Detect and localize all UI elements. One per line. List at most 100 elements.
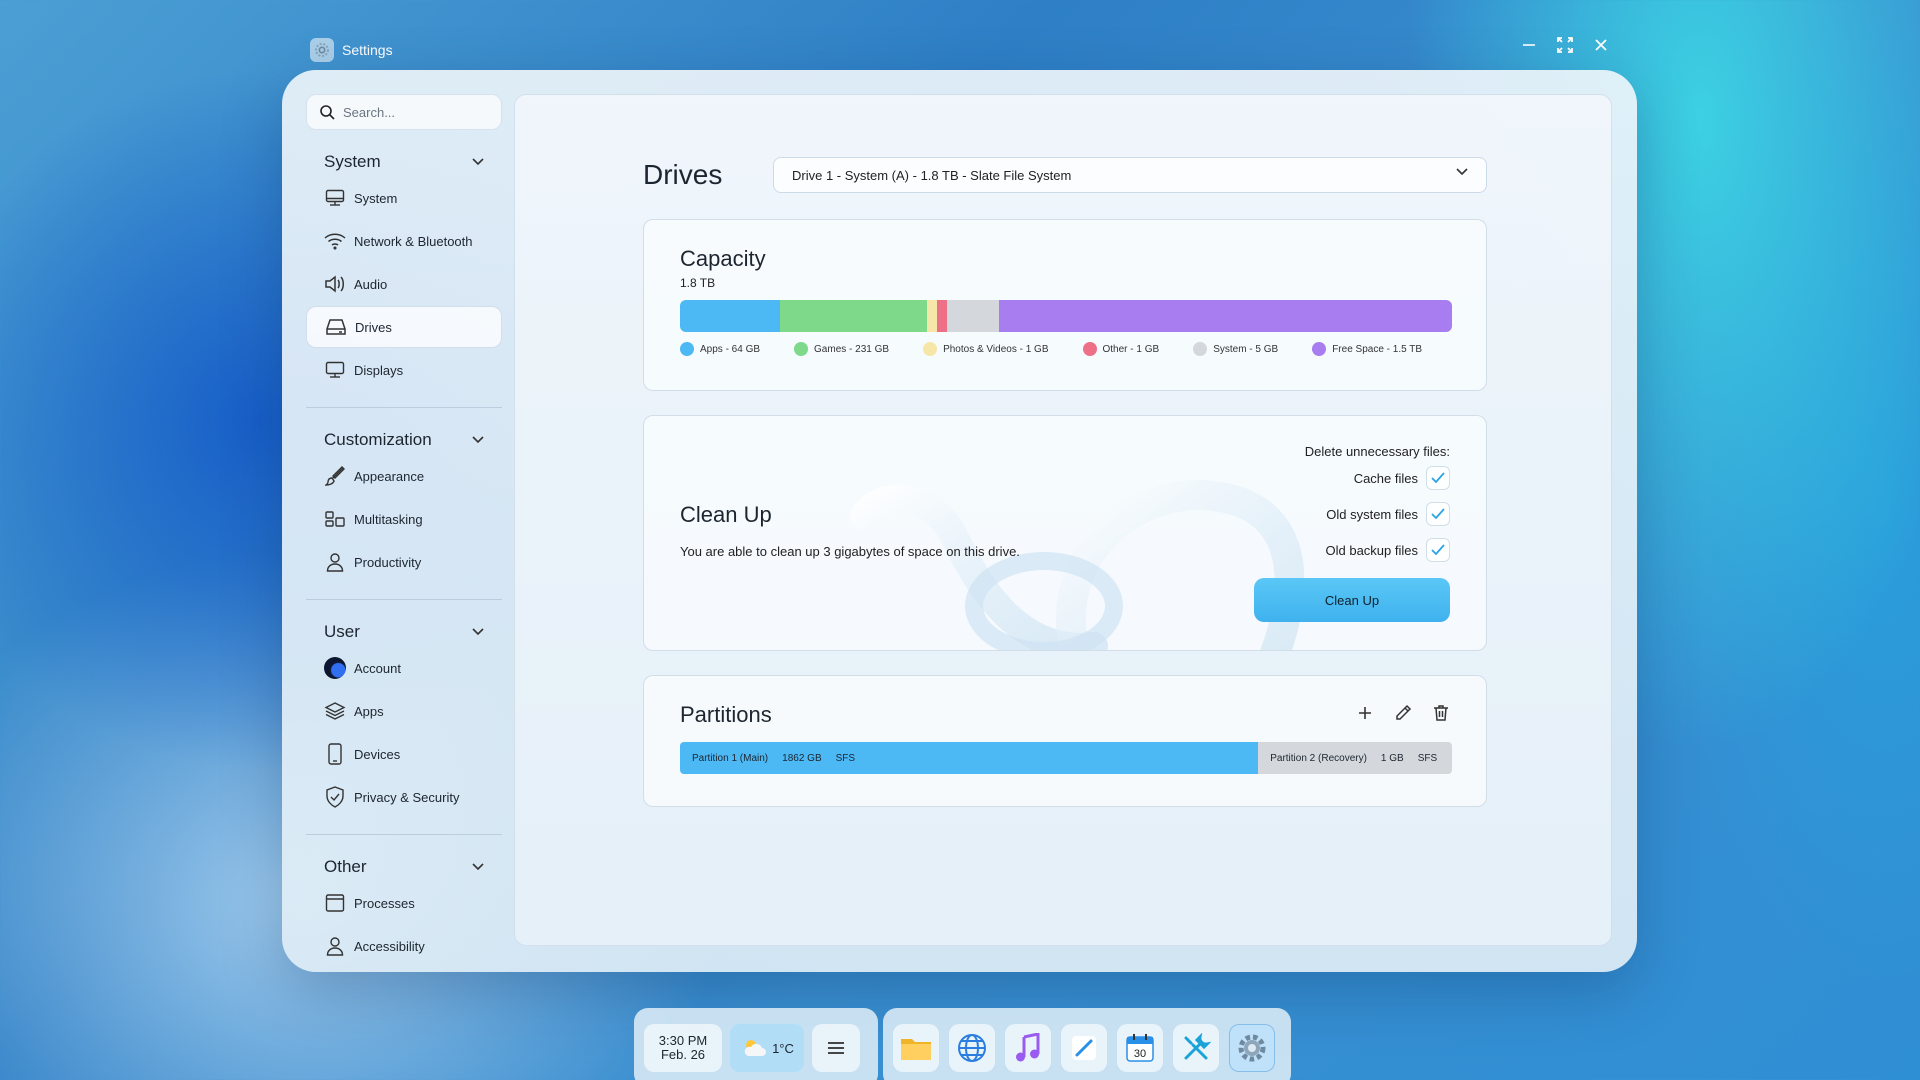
sidebar-item-label: Audio (354, 276, 388, 292)
checkmark-icon (1431, 544, 1445, 556)
capacity-bar (680, 300, 1452, 332)
settings-window: System System Network & Bluetooth Audio … (282, 70, 1637, 972)
sidebar: System System Network & Bluetooth Audio … (306, 94, 502, 964)
sidebar-item-label: System (354, 190, 398, 206)
legend-item: Other - 1 GB (1082, 342, 1159, 356)
group-customization: Customization Appearance Multitasking Pr… (306, 426, 502, 583)
search-box[interactable] (306, 94, 502, 130)
search-input[interactable] (343, 104, 483, 120)
option-label: Cache files (1353, 470, 1418, 486)
person-icon (324, 551, 346, 573)
taskbar-weather[interactable]: 1°C (730, 1024, 804, 1072)
chevron-down-icon (472, 863, 484, 871)
partition-size: 1862 GB (782, 752, 822, 764)
partition-segment-main[interactable]: Partition 1 (Main) 1862 GB SFS (680, 742, 1259, 774)
page-title: Drives (643, 159, 723, 190)
taskbar-app-settings[interactable] (1229, 1024, 1275, 1072)
taskbar-menu-button[interactable] (812, 1024, 860, 1072)
option-old-system-files[interactable]: Old system files (1326, 502, 1450, 526)
notes-icon (1072, 1036, 1096, 1060)
partition-name: Partition 2 (Recovery) (1270, 752, 1367, 764)
group-header-other[interactable]: Other (306, 853, 502, 881)
sidebar-divider (306, 599, 502, 600)
taskbar-clock[interactable]: 3:30 PM Feb. 26 (644, 1024, 722, 1072)
multitasking-icon (324, 508, 346, 530)
sidebar-item-processes[interactable]: Processes (306, 882, 502, 924)
clock-date: Feb. 26 (660, 1047, 706, 1062)
sidebar-item-multitasking[interactable]: Multitasking (306, 498, 502, 540)
group-title: Customization (324, 430, 432, 449)
legend-item: Free Space - 1.5 TB (1312, 342, 1422, 356)
legend-item: Photos & Videos - 1 GB (923, 342, 1049, 356)
avatar-icon (324, 657, 346, 679)
taskbar-app-browser[interactable] (949, 1024, 995, 1072)
title-bar: Settings (310, 36, 1610, 64)
sidebar-item-accessibility[interactable]: Accessibility (306, 925, 502, 964)
capacity-legend: Apps - 64 GB Games - 231 GB Photos & Video… (680, 342, 1456, 356)
taskbar-app-calendar[interactable]: 30 (1117, 1024, 1163, 1072)
sidebar-item-label: Privacy & Security (354, 789, 460, 805)
sidebar-item-account[interactable]: Account (306, 647, 502, 689)
sidebar-item-drives[interactable]: Drives (306, 306, 502, 348)
cache-files-checkbox[interactable] (1426, 466, 1450, 490)
sidebar-item-displays[interactable]: Displays (306, 349, 502, 391)
sidebar-item-productivity[interactable]: Productivity (306, 541, 502, 583)
option-old-backup-files[interactable]: Old backup files (1325, 538, 1450, 562)
maximize-button[interactable] (1556, 36, 1574, 54)
capacity-segment (947, 300, 999, 332)
sidebar-item-label: Productivity (354, 554, 422, 570)
taskbar-app-notes[interactable] (1061, 1024, 1107, 1072)
capacity-segment (927, 300, 938, 332)
brush-icon (324, 465, 346, 487)
sidebar-item-network-bluetooth[interactable]: Network & Bluetooth (306, 220, 502, 262)
group-other: Other Processes Accessibility (306, 853, 502, 964)
sidebar-item-label: Account (354, 660, 401, 676)
group-system: System System Network & Bluetooth Audio … (306, 148, 502, 391)
music-icon (1016, 1033, 1040, 1062)
partition-bar: Partition 1 (Main) 1862 GB SFS Partition… (680, 742, 1452, 774)
delete-partition-icon[interactable] (1432, 704, 1450, 722)
capacity-segment (937, 300, 948, 332)
capacity-card: Capacity 1.8 TB Apps - 64 GB Games - 231 … (643, 219, 1487, 391)
sidebar-item-label: Accessibility (354, 938, 425, 954)
group-header-customization[interactable]: Customization (306, 426, 502, 454)
legend-dot (1312, 342, 1327, 356)
group-header-user[interactable]: User (306, 618, 502, 646)
taskbar-app-files[interactable] (893, 1024, 939, 1072)
legend-item: Games - 231 GB (794, 342, 889, 356)
search-icon (320, 105, 335, 120)
capacity-segment (998, 300, 1452, 332)
cleanup-description: You are able to clean up 3 gigabytes of … (680, 544, 1020, 559)
weather-temp: 1°C (772, 1040, 794, 1056)
sidebar-item-system[interactable]: System (306, 177, 502, 219)
taskbar-left: 3:30 PM Feb. 26 1°C (634, 1008, 878, 1080)
sidebar-item-devices[interactable]: Devices (306, 733, 502, 775)
sidebar-item-label: Drives (355, 319, 392, 335)
taskbar-app-music[interactable] (1005, 1024, 1051, 1072)
option-label: Old system files (1326, 506, 1418, 522)
add-partition-icon[interactable] (1356, 704, 1374, 722)
option-label: Old backup files (1325, 542, 1419, 558)
partition-segment-recovery[interactable]: Partition 2 (Recovery) 1 GB SFS (1258, 742, 1452, 774)
sidebar-item-privacy-security[interactable]: Privacy & Security (306, 776, 502, 818)
old-backup-files-checkbox[interactable] (1426, 538, 1450, 562)
drive-icon (325, 316, 347, 338)
drive-select[interactable]: Drive 1 - System (A) - 1.8 TB - Slate Fi… (773, 157, 1487, 193)
close-button[interactable] (1592, 36, 1610, 54)
minimize-button[interactable] (1520, 36, 1538, 54)
option-cache-files[interactable]: Cache files (1354, 466, 1450, 490)
old-system-files-checkbox[interactable] (1426, 502, 1450, 526)
cleanup-title: Clean Up (680, 502, 772, 527)
sidebar-item-appearance[interactable]: Appearance (306, 455, 502, 497)
calendar-day: 30 (1134, 1048, 1146, 1060)
clean-up-button[interactable]: Clean Up (1254, 578, 1450, 622)
sidebar-item-label: Devices (354, 746, 401, 762)
edit-partition-icon[interactable] (1394, 704, 1412, 722)
layers-icon (324, 700, 346, 722)
taskbar-app-tools[interactable] (1173, 1024, 1219, 1072)
capacity-title: Capacity (680, 246, 766, 271)
group-header-system[interactable]: System (306, 148, 502, 176)
weather-sun-cloud-icon (744, 1040, 767, 1056)
sidebar-item-audio[interactable]: Audio (306, 263, 502, 305)
sidebar-item-apps[interactable]: Apps (306, 690, 502, 732)
